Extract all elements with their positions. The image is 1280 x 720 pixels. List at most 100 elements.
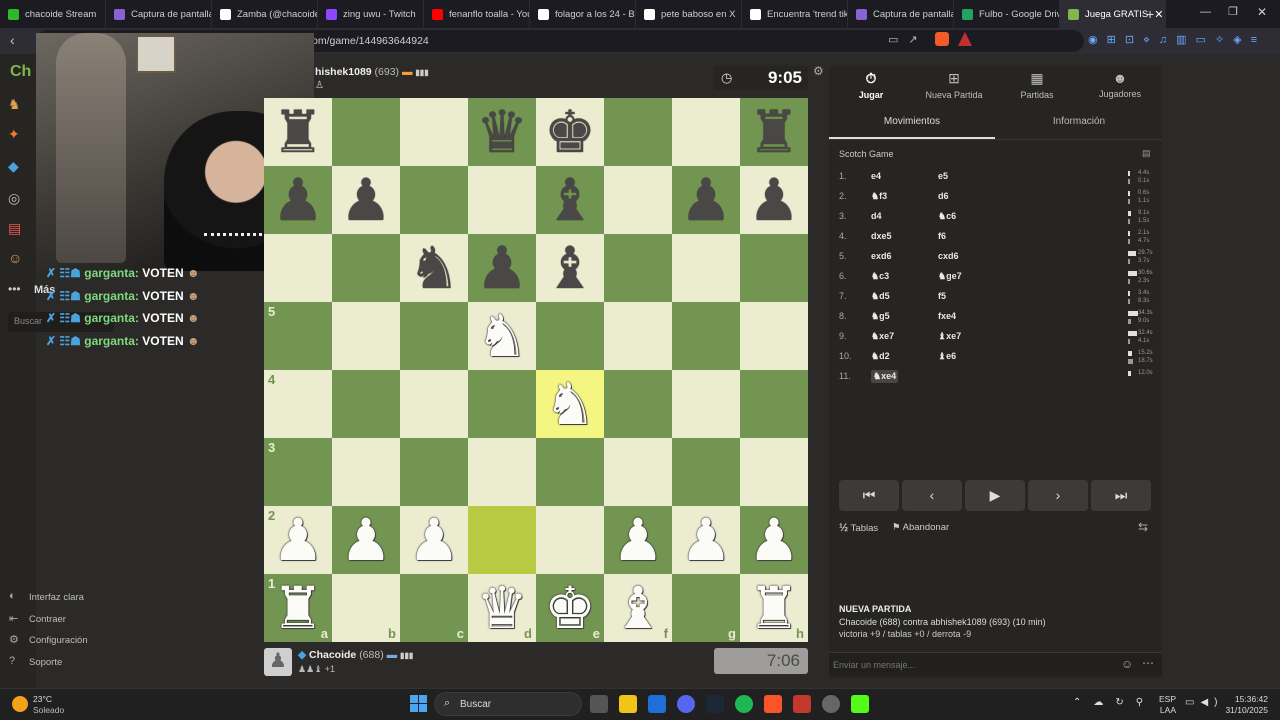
first-move-button[interactable]: ⏮ <box>839 480 899 511</box>
square-e1[interactable]: e ♚ <box>536 574 604 642</box>
browser-tab[interactable]: Fulbo - Google Driv <box>954 0 1060 28</box>
square-d5[interactable]: ♞ <box>468 302 536 370</box>
black-rook-icon[interactable]: ♜ <box>272 103 324 161</box>
move-row[interactable]: 1. e4 e5 4.4s 0.1s <box>838 170 1158 191</box>
half-circle-icon[interactable]: ◐ <box>9 590 16 602</box>
tab-moves[interactable]: Movimientos <box>829 111 995 139</box>
square-d1[interactable]: d ♛ <box>468 574 536 642</box>
learn-icon[interactable]: ◆ <box>8 158 26 176</box>
square-f1[interactable]: f ♝ <box>604 574 672 642</box>
square-a7[interactable]: ♟ <box>264 166 332 234</box>
black-pawn-icon[interactable]: ♟ <box>340 171 392 229</box>
last-move-button[interactable]: ⏭ <box>1091 480 1151 511</box>
white-pawn-icon[interactable]: ♟ <box>272 511 324 569</box>
square-c1[interactable]: c <box>400 574 468 642</box>
discord-icon[interactable] <box>677 695 695 713</box>
move-row[interactable]: 9. ♞xe7 ♝xe7 32.4s 4.1s <box>838 330 1158 351</box>
next-move-button[interactable]: › <box>1028 480 1088 511</box>
white-pawn-icon[interactable]: ♟ <box>680 511 732 569</box>
square-d3[interactable] <box>468 438 536 506</box>
white-move[interactable]: dxe5 <box>871 231 892 241</box>
file-explorer-icon[interactable] <box>619 695 637 713</box>
black-move[interactable]: fxe4 <box>938 311 956 321</box>
square-h1[interactable]: h ♜ <box>740 574 808 642</box>
square-c2[interactable]: ♟ <box>400 506 468 574</box>
square-b5[interactable] <box>332 302 400 370</box>
collapse-icon[interactable]: ⇤ <box>9 612 18 625</box>
weather-icon[interactable] <box>12 696 28 712</box>
white-king-icon[interactable]: ♚ <box>544 579 596 637</box>
draw-button[interactable]: ½ Tablas <box>839 522 878 534</box>
clock-date[interactable]: 31/10/2025 <box>1218 705 1268 715</box>
prev-move-button[interactable]: ‹ <box>902 480 962 511</box>
square-b4[interactable] <box>332 370 400 438</box>
news-icon[interactable]: ▤ <box>8 220 26 238</box>
more-options-icon[interactable]: ⋯ <box>1142 656 1154 670</box>
square-d6[interactable]: ♟ <box>468 234 536 302</box>
browser-tab[interactable]: fenanflo toalla - You <box>424 0 530 28</box>
square-c4[interactable] <box>400 370 468 438</box>
brave-icon[interactable] <box>764 695 782 713</box>
white-move[interactable]: ♞xe4 <box>871 370 899 383</box>
player-name[interactable]: Chacoide <box>309 649 356 661</box>
square-b2[interactable]: ♟ <box>332 506 400 574</box>
square-b6[interactable] <box>332 234 400 302</box>
brave-shield-icon[interactable] <box>935 32 949 46</box>
browser-tab[interactable]: Encuentra 'trend tik <box>742 0 848 28</box>
square-e4[interactable]: ♞ <box>536 370 604 438</box>
white-move[interactable]: e4 <box>871 171 881 181</box>
square-f7[interactable] <box>604 166 672 234</box>
square-g2[interactable]: ♟ <box>672 506 740 574</box>
start-icon[interactable] <box>410 695 427 712</box>
move-row[interactable]: 5. exd6 cxd6 29.7s 3.7s <box>838 250 1158 271</box>
white-move[interactable]: d4 <box>871 211 882 221</box>
square-g7[interactable]: ♟ <box>672 166 740 234</box>
social-icon[interactable]: ☺ <box>8 250 26 268</box>
sidebar-item-2[interactable]: Configuración <box>29 635 88 646</box>
square-a1[interactable]: 1 a ♜ <box>264 574 332 642</box>
browser-tab[interactable]: zing uwu - Twitch <box>318 0 424 28</box>
back-icon[interactable]: ‹ <box>10 32 15 48</box>
move-row[interactable]: 4. dxe5 f6 2.1s 4.7s <box>838 230 1158 251</box>
white-move[interactable]: ♞d2 <box>871 351 890 362</box>
black-move[interactable]: f6 <box>938 231 946 241</box>
square-b8[interactable] <box>332 98 400 166</box>
black-pawn-icon[interactable]: ♟ <box>476 239 528 297</box>
move-row[interactable]: 2. ♞f3 d6 0.6s 1.1s <box>838 190 1158 211</box>
help-icon[interactable]: ? <box>9 655 15 667</box>
nav-plus-square-icon[interactable]: ⊞ Nueva Partida <box>914 70 994 100</box>
black-queen-icon[interactable]: ♛ <box>476 103 528 161</box>
black-move[interactable]: ♝e6 <box>938 351 956 362</box>
bing-icon[interactable] <box>648 695 666 713</box>
black-move[interactable]: ♞ge7 <box>938 271 962 282</box>
opponent-info[interactable]: hishek1089 (693) ▬ ▮▮▮ <box>315 66 429 78</box>
white-move[interactable]: ♞g5 <box>871 311 890 322</box>
square-b1[interactable]: b <box>332 574 400 642</box>
square-c8[interactable] <box>400 98 468 166</box>
square-c3[interactable] <box>400 438 468 506</box>
square-a2[interactable]: 2 ♟ <box>264 506 332 574</box>
white-move[interactable]: ♞f3 <box>871 191 887 202</box>
square-f2[interactable]: ♟ <box>604 506 672 574</box>
weather-temp[interactable]: 23°C <box>33 694 52 704</box>
browser-tab[interactable]: pete baboso en X <box>636 0 742 28</box>
square-h8[interactable]: ♜ <box>740 98 808 166</box>
square-h3[interactable] <box>740 438 808 506</box>
emoji-icon[interactable]: ☺ <box>1121 657 1133 671</box>
steam-icon[interactable] <box>706 695 724 713</box>
square-e3[interactable] <box>536 438 604 506</box>
task-view-icon[interactable] <box>590 695 608 713</box>
flip-board-icon[interactable]: ⇆ <box>1138 520 1148 534</box>
square-h7[interactable]: ♟ <box>740 166 808 234</box>
square-c5[interactable] <box>400 302 468 370</box>
white-rook-icon[interactable]: ♜ <box>748 579 800 637</box>
chess-board[interactable]: ♜ ♛ ♚ ♜ ♟ ♟ ♝ ♟ ♟ ♞ ♟ ♝ 5 ♞ 4 ♞ 3 2 ♟ ♟ ♟ ♟ ♟ ♟ 1 a ♜ b c d ♛ e ♚ f ♝ g h ♜ <box>264 98 808 642</box>
square-d8[interactable]: ♛ <box>468 98 536 166</box>
white-pawn-icon[interactable]: ♟ <box>408 511 460 569</box>
sidebar-item-0[interactable]: Interfaz clara <box>29 592 84 603</box>
weather-status[interactable]: Soleado <box>33 705 64 715</box>
move-row[interactable]: 11. ♞xe4 12.0s <box>838 370 1158 391</box>
maximize-icon[interactable]: ❐ <box>1228 5 1238 18</box>
square-b7[interactable]: ♟ <box>332 166 400 234</box>
black-bishop-icon[interactable]: ♝ <box>544 171 596 229</box>
